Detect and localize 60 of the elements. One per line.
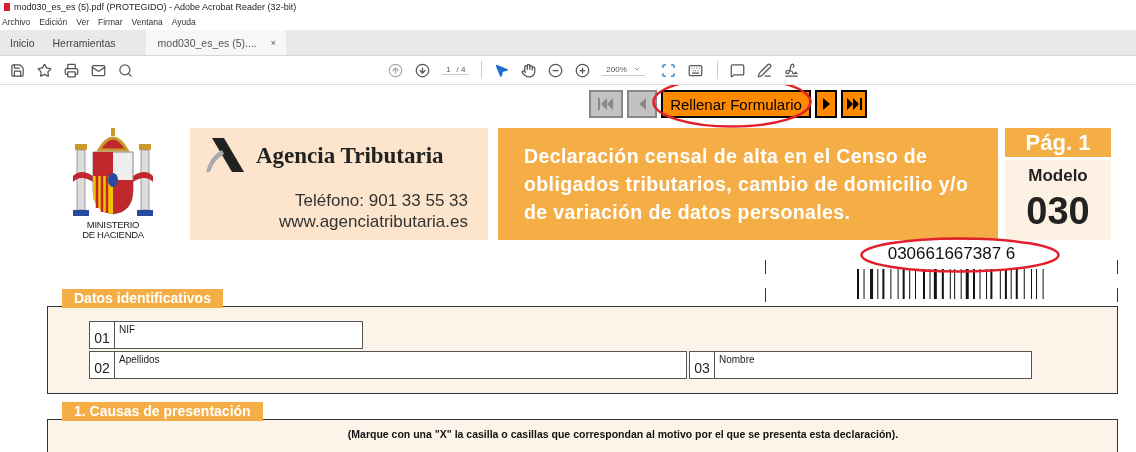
window-title: mod030_es_es (5).pdf (PROTEGIDO) - Adobe Acrobat Reader (32-bit) <box>14 2 297 12</box>
keyboard-icon[interactable] <box>687 62 703 78</box>
phone-text: Teléfono: 901 33 55 33 <box>294 190 468 211</box>
printer-icon[interactable] <box>64 62 79 78</box>
barcode-number: 030661667387 6 <box>887 244 1016 264</box>
model-label: Modelo <box>1028 166 1088 186</box>
triangle-left-icon <box>638 98 646 110</box>
field-label: Apellidos <box>118 353 161 367</box>
zoom-out-icon[interactable] <box>548 62 564 78</box>
skip-back-icon <box>598 98 614 110</box>
form-field[interactable]: 02 Apellidos <box>89 351 687 379</box>
fill-form-button[interactable]: Rellenar Formulario <box>661 90 811 118</box>
form-field[interactable]: 03 Nombre <box>689 351 1032 379</box>
menu-item[interactable]: Ayuda <box>171 17 196 27</box>
field-label: Nombre <box>718 353 756 367</box>
menu-item[interactable]: Archivo <box>2 17 31 27</box>
page-total: / 4 <box>456 65 466 74</box>
triangle-right-icon <box>822 98 830 110</box>
field-label: NIF <box>118 323 137 337</box>
chevron-down-icon <box>632 65 641 73</box>
ministry-name: MINISTERIO DE HACIENDA <box>82 220 144 240</box>
skip-forward-icon <box>846 98 862 110</box>
section-title: 1. Causas de presentación <box>62 402 263 421</box>
instruction-text: (Marque con una "X" la casilla o casillas que correspondan al motivo por el que se presenta esta declaración). <box>347 428 899 440</box>
save-icon[interactable] <box>10 62 25 78</box>
arrow-down-icon[interactable] <box>415 62 430 78</box>
page-label: Pág. 1 <box>1005 128 1111 157</box>
mail-icon[interactable] <box>91 62 106 78</box>
agency-logo-icon <box>204 138 246 174</box>
form-field[interactable]: 01 NIF <box>89 321 363 349</box>
tab[interactable]: Herramientas <box>42 30 124 55</box>
page-number-field[interactable]: 1 <box>446 65 451 74</box>
zoom-in-icon[interactable] <box>575 62 591 78</box>
section-title: Datos identificativos <box>62 289 223 308</box>
tab[interactable]: Inicio <box>0 30 43 55</box>
agency-name: Agencia Tributaria <box>256 143 444 169</box>
field-number: 01 <box>90 322 115 348</box>
fit-page-icon[interactable] <box>660 62 676 78</box>
close-button[interactable]: × <box>270 37 277 48</box>
form-title: Declaración censal de alta en el Censo de obligados tributarios, cambio de domicilio y/o de variación de datos personales. <box>524 144 970 225</box>
field-number: 02 <box>90 352 115 378</box>
star-icon[interactable] <box>37 62 52 78</box>
zoom-dropdown[interactable]: 200% <box>602 64 645 76</box>
website-text: www.agenciatributaria.es <box>278 211 468 232</box>
model-number: 030 <box>1026 190 1090 233</box>
nav-button[interactable] <box>841 90 867 118</box>
menu-item[interactable]: Edición <box>39 17 68 27</box>
app-icon <box>4 3 10 11</box>
menu-item[interactable]: Ventana <box>131 17 163 27</box>
nav-button[interactable] <box>815 90 837 118</box>
tab[interactable]: mod030_es_es (5).... × <box>145 30 287 55</box>
search-icon[interactable] <box>118 62 133 78</box>
menu-item[interactable]: Ver <box>76 17 89 27</box>
hand-icon[interactable] <box>521 62 537 78</box>
menu-item[interactable]: Firmar <box>98 17 123 27</box>
pen-icon[interactable] <box>756 62 772 78</box>
comment-icon[interactable] <box>729 62 745 78</box>
pointer-icon[interactable] <box>494 62 510 78</box>
signature-icon[interactable] <box>783 62 799 78</box>
field-number: 03 <box>690 352 715 378</box>
